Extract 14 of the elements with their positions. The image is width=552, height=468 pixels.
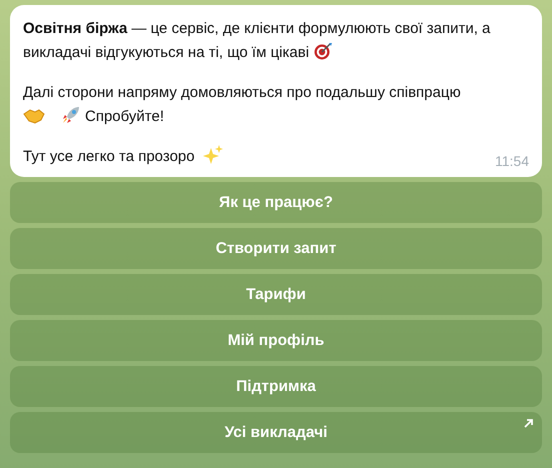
inline-button[interactable]: Як це працює? <box>10 182 542 223</box>
inline-button[interactable]: Мій профіль <box>10 320 542 361</box>
message-text: Освітня біржа — це сервіс, де клієнти формулюють свої запити, а викладачі відгукуються на ті, що їм цікаві <box>23 19 492 63</box>
inline-button[interactable]: Тарифи <box>10 274 542 315</box>
inline-button[interactable]: Підтримка <box>10 366 542 407</box>
rocket-icon <box>61 105 81 125</box>
message-text: Тут усе легко та прозоро <box>23 145 223 169</box>
target-icon <box>313 42 334 60</box>
inline-button[interactable]: Створити запит <box>10 228 542 269</box>
inline-button[interactable]: Усі викладачі <box>10 412 542 453</box>
sparkles-icon <box>202 145 223 165</box>
arrow-icon <box>524 419 533 428</box>
message-time: 11:54 <box>495 152 529 171</box>
message-text: Далі сторони напряму домовляються про подальшу співпрацю Спробуйте! <box>23 83 461 127</box>
